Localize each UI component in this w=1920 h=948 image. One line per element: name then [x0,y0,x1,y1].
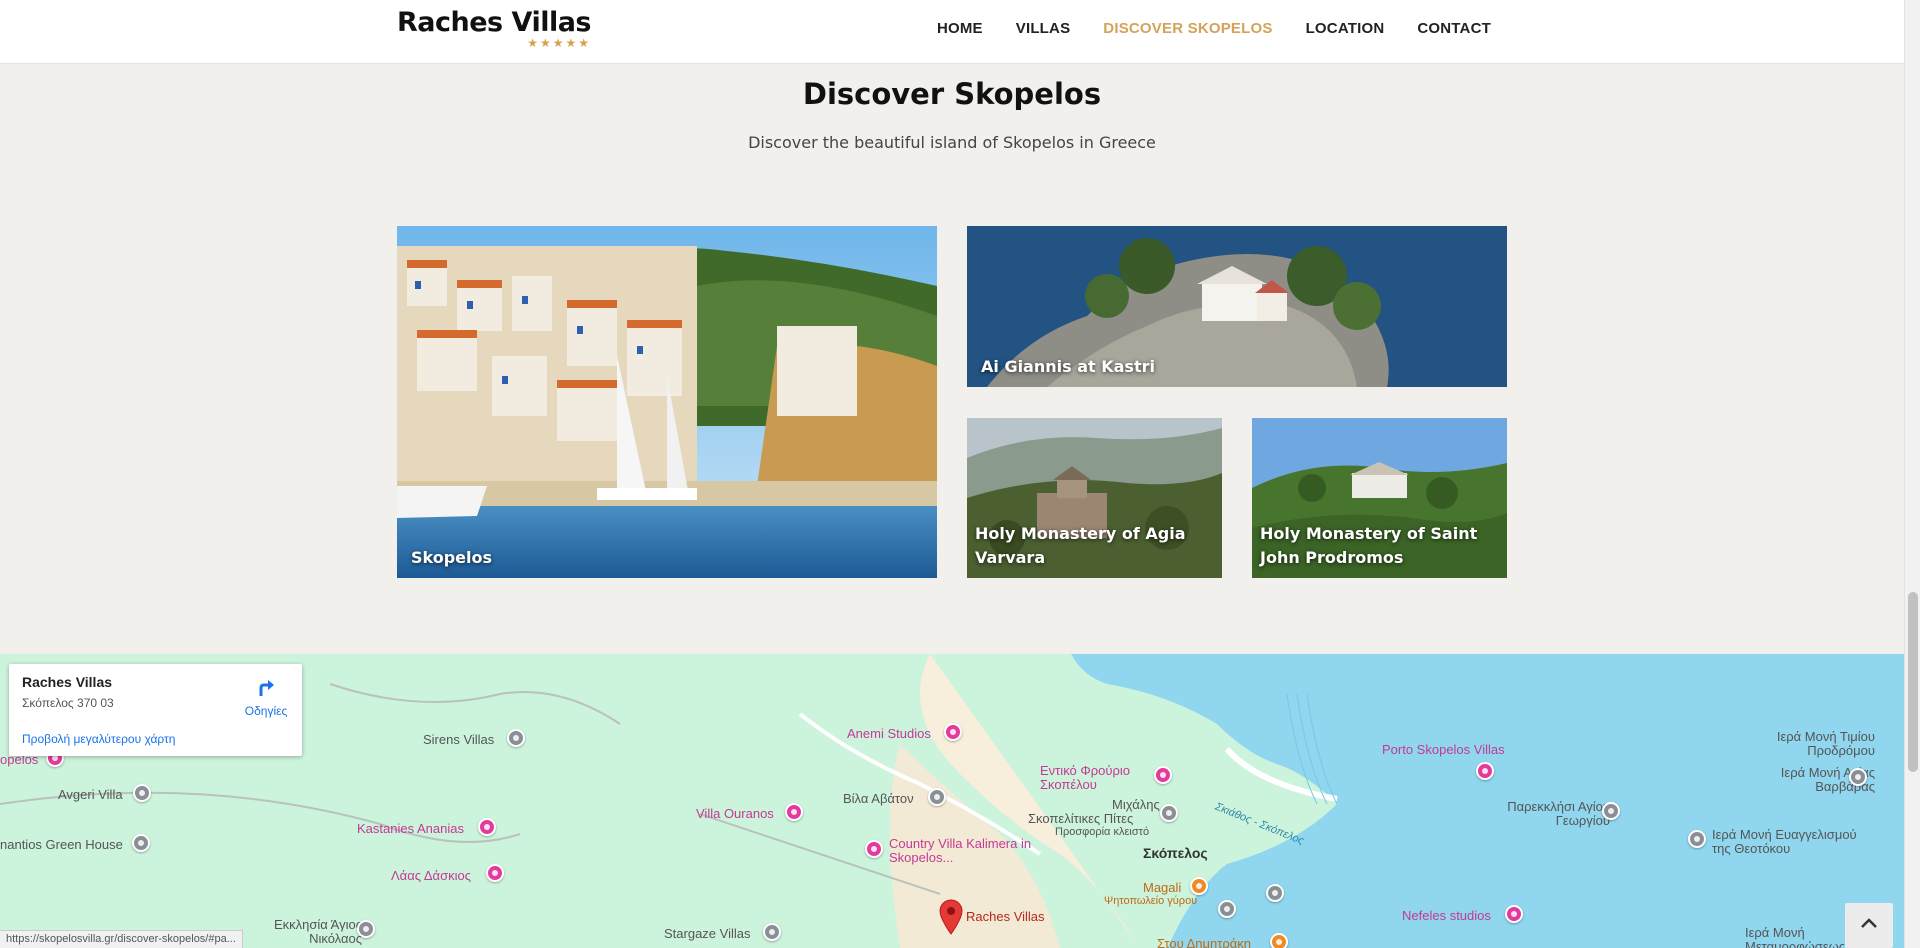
map-label-stargaze-villas: Stargaze Villas [664,926,751,941]
card-saint-john-prodromos-label: Holy Monastery of Saint John Prodromos [1260,524,1478,567]
church-pin-icon[interactable] [1602,802,1620,820]
map-label-venetian-castle: Εντικό Φρούριο Σκοπέλου [1040,763,1130,792]
restaurant-pin-icon[interactable] [1270,933,1288,948]
hotel-pin-icon[interactable] [478,818,496,836]
hotel-pin-icon[interactable] [1505,905,1523,923]
logo-text: Raches Villas [397,7,592,38]
nav-home[interactable]: HOME [937,20,983,37]
map-pin-icon[interactable] [133,784,151,802]
page-title: Discover Skopelos [802,77,1102,111]
church-pin-icon[interactable] [1688,830,1706,848]
church-pin-icon[interactable] [1849,768,1867,786]
map-label-skopelos-town: Σκόπελος [1143,845,1208,861]
scrollbar-thumb[interactable] [1908,592,1918,772]
castle-pin-icon[interactable] [1154,766,1172,784]
star-rating-icon: ★★★★★ [527,36,591,50]
card-ai-giannis-label: Ai Giannis at Kastri [981,357,1155,376]
map-label-metamorfoseos: Ιερά Μονή Μεταμορφώσεως [1745,925,1846,948]
skopelos-town-image [397,226,937,578]
site-header: Raches Villas ★★★★★ HOME VILLAS DISCOVER… [0,0,1904,64]
status-bar-url: https://skopelosvilla.gr/discover-skopel… [0,930,243,948]
map-label-country-villa-kalimera: Country Villa Kalimera in Skopelos... [889,836,1032,865]
map-label-closed: Προσφορία κλειστό [1055,826,1150,838]
map-label-evangelismou: Ιερά Μονή Ευαγγελισμού της Θεοτόκου [1712,827,1857,856]
map-info-card: Raches Villas Σκόπελος 370 03 Προβολή με… [9,664,302,756]
nav-discover-skopelos[interactable]: DISCOVER SKOPELOS [1103,20,1272,37]
map-label-magali: Magali [1143,880,1182,895]
card-agia-varvara[interactable]: Holy Monastery of Agia Varvara [967,418,1222,578]
map-label-timiou-prodromou: Ιερά Μονή Τιμίου Προδρόμου [1776,729,1875,758]
map-label-vila-avaton: Βίλα Αβάτον [843,791,914,806]
map-label-agiou-georgiou: Παρεκκλήσι Αγίου Γεωργίου [1507,799,1610,828]
map-label-avgeri-villa: Avgeri Villa [58,787,123,802]
raches-villas-marker-icon[interactable] [938,899,964,935]
transit-pin-icon[interactable] [1266,884,1284,902]
back-to-top-button[interactable] [1845,903,1893,948]
hotel-pin-icon[interactable] [486,864,504,882]
map-info-address: Σκόπελος 370 03 [22,696,114,710]
page-subtitle: Discover the beautiful island of Skopelo… [748,133,1156,152]
restaurant-pin-icon[interactable] [1160,804,1178,822]
chevron-up-icon [1861,918,1877,928]
map-label-raches-villas: Raches Villas [966,909,1045,924]
map-label-dimitraki: Στου Δημητράκη [1157,936,1252,948]
main-nav: HOME VILLAS DISCOVER SKOPELOS LOCATION C… [904,20,1491,37]
map-label-agios-nikolaos: Εκκλησία Άγιος Νικόλαος [273,917,362,946]
map-label-sirens-villas: Sirens Villas [423,732,495,747]
map-label-kastanies-ananias: Kastanies Ananias [357,821,464,836]
map-label-villa-ouranos: Villa Ouranos [696,806,774,821]
nav-location[interactable]: LOCATION [1306,20,1385,37]
nav-villas[interactable]: VILLAS [1016,20,1071,37]
map-label-anemi-studios: Anemi Studios [847,726,931,741]
map-info-title: Raches Villas [22,674,113,690]
site-logo[interactable]: Raches Villas ★★★★★ [397,7,592,51]
map-label-nefeles-studios: Nefeles studios [1402,908,1491,923]
hotel-pin-icon[interactable] [865,840,883,858]
map-label-laas-daskios: Λάας Δάσκιος [391,868,471,883]
map-label-pites: Σκοπελίτικες Πίτες [1028,811,1134,826]
view-larger-map-link[interactable]: Προβολή μεγαλύτερου χάρτη [22,732,175,746]
page-scrollbar[interactable] [1904,0,1920,948]
hotel-pin-icon[interactable] [944,723,962,741]
card-skopelos-label: Skopelos [411,548,493,567]
map-label-nantios-green-house: nantios Green House [0,837,123,852]
map-pin-icon[interactable] [132,834,150,852]
card-ai-giannis[interactable]: Ai Giannis at Kastri [967,226,1507,387]
directions-label: Οδηγίες [244,704,288,718]
map-pin-icon[interactable] [763,923,781,941]
transit-pin-icon[interactable] [1218,900,1236,918]
restaurant-pin-icon[interactable] [1190,877,1208,895]
hotel-pin-icon[interactable] [1476,762,1494,780]
map-label-michalis: Μιχάλης [1112,797,1160,812]
card-saint-john-prodromos[interactable]: Holy Monastery of Saint John Prodromos [1252,418,1507,578]
map-pin-icon[interactable] [928,788,946,806]
nav-contact[interactable]: CONTACT [1417,20,1491,37]
directions-button[interactable]: Οδηγίες [237,676,295,718]
map-pin-icon[interactable] [507,729,525,747]
card-skopelos[interactable]: Skopelos [397,226,937,578]
card-agia-varvara-label: Holy Monastery of Agia Varvara [975,524,1186,567]
map-label-porto-skopelos-villas: Porto Skopelos Villas [1382,742,1505,757]
hotel-pin-icon[interactable] [785,803,803,821]
directions-icon [259,680,274,696]
map-label-gyros: Ψητοπωλείο γύρου [1104,895,1198,907]
church-pin-icon[interactable] [357,920,375,938]
